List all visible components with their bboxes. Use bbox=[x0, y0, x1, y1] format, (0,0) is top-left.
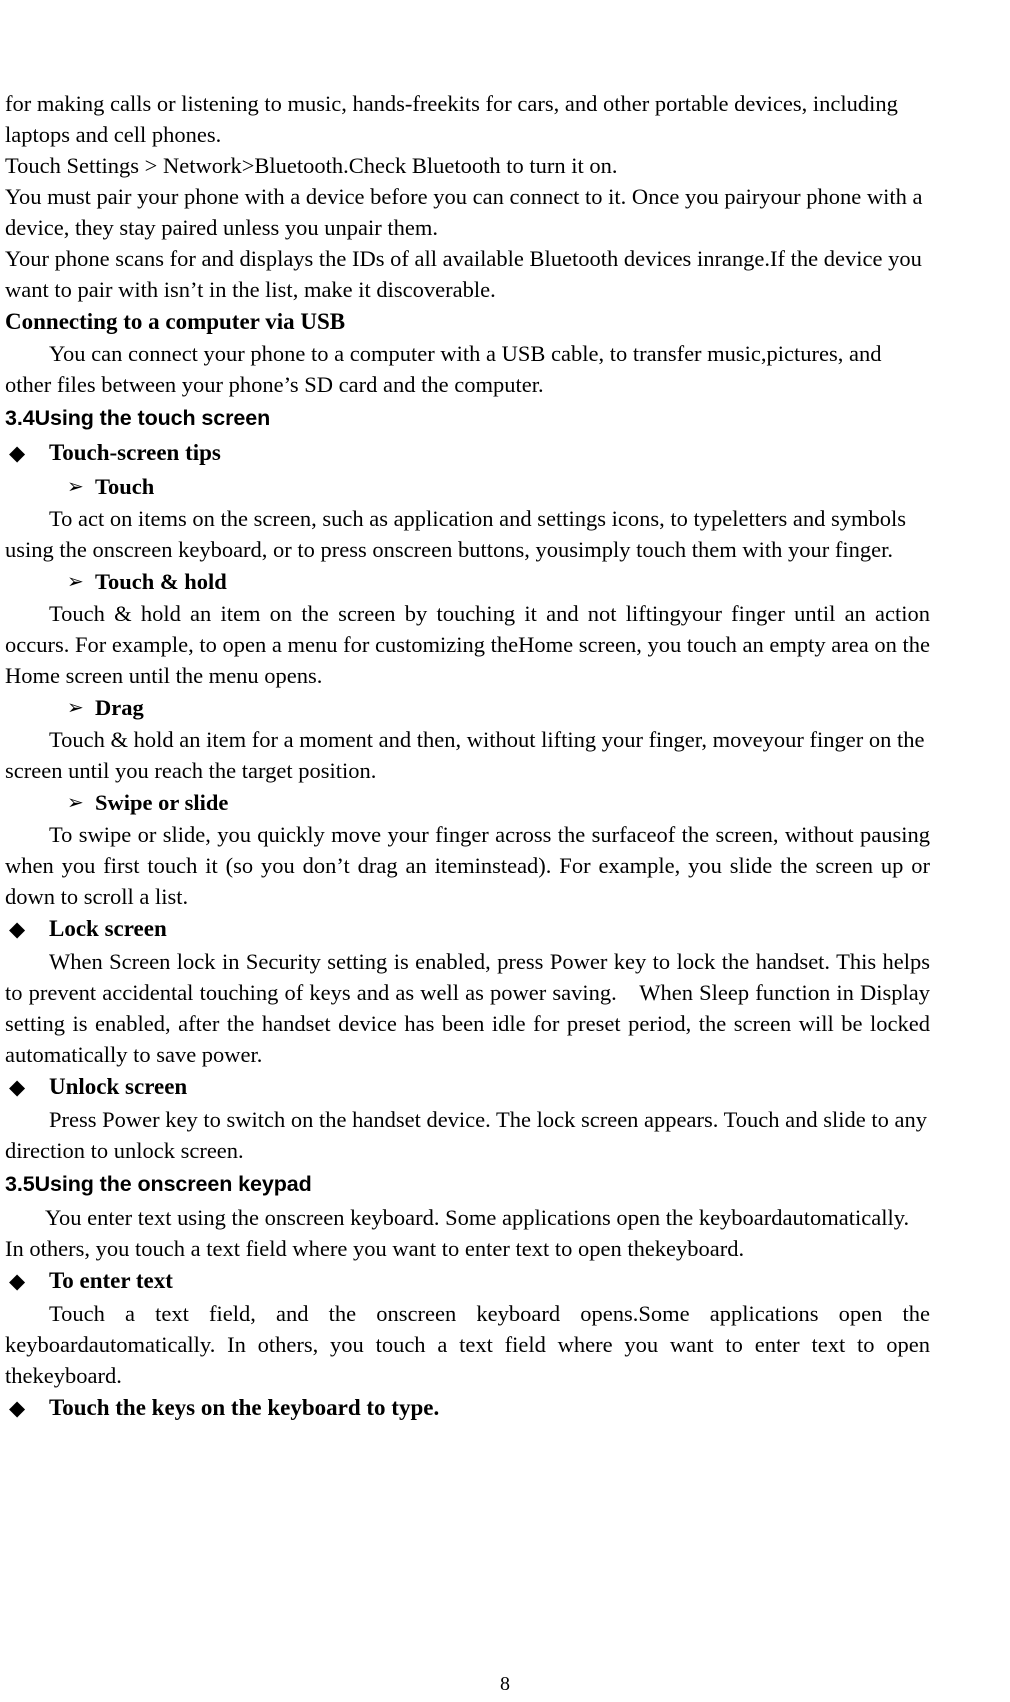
arrow-bullet-icon: ➢ bbox=[67, 474, 84, 498]
sub-bullet-label: Swipe or slide bbox=[95, 790, 229, 815]
diamond-bullet-icon: ◆ bbox=[9, 1269, 26, 1293]
arrow-bullet-icon: ➢ bbox=[67, 790, 84, 814]
document-page: for making calls or listening to music, … bbox=[0, 0, 1010, 1702]
bullet-lock-screen: ◆ Lock screen bbox=[5, 912, 930, 946]
page-content: for making calls or listening to music, … bbox=[5, 88, 930, 1425]
paragraph-bluetooth-intro: for making calls or listening to music, … bbox=[5, 91, 898, 147]
paragraph-unlock-screen-description: Press Power key to switch on the handset… bbox=[5, 1107, 927, 1163]
sub-bullet-label: Drag bbox=[95, 695, 144, 720]
paragraph-touch-description: To act on items on the screen, such as a… bbox=[5, 506, 906, 562]
page-footer: 8 bbox=[0, 1672, 1010, 1696]
paragraph-bluetooth-pairing: You must pair your phone with a device b… bbox=[5, 184, 923, 240]
bullet-label: Lock screen bbox=[49, 916, 167, 941]
bullet-label: Touch the keys on the keyboard to type. bbox=[49, 1395, 440, 1420]
bullet-touch-screen-tips: ◆ Touch-screen tips bbox=[5, 436, 930, 470]
paragraph-onscreen-keypad-intro: You enter text using the onscreen keyboa… bbox=[5, 1205, 910, 1261]
diamond-bullet-icon: ◆ bbox=[9, 1075, 26, 1099]
paragraph-bluetooth-scanning: Your phone scans for and displays the ID… bbox=[5, 246, 922, 302]
heading-connecting-usb: Connecting to a computer via USB bbox=[5, 309, 346, 334]
bullet-label: Touch-screen tips bbox=[49, 440, 221, 465]
paragraph-bluetooth-settings-path: Touch Settings > Network>Bluetooth.Check… bbox=[5, 153, 618, 178]
paragraph-usb-transfer: You can connect your phone to a computer… bbox=[5, 341, 882, 397]
bullet-label: To enter text bbox=[49, 1268, 173, 1293]
bullet-label: Unlock screen bbox=[49, 1074, 188, 1099]
bullet-to-enter-text: ◆ To enter text bbox=[5, 1264, 930, 1298]
arrow-bullet-icon: ➢ bbox=[67, 569, 84, 593]
paragraph-drag-description: Touch & hold an item for a moment and th… bbox=[5, 727, 925, 783]
bullet-touch-keys-to-type: ◆ Touch the keys on the keyboard to type… bbox=[5, 1391, 930, 1425]
diamond-bullet-icon: ◆ bbox=[9, 441, 26, 465]
sub-bullet-touch-and-hold: ➢ Touch & hold bbox=[5, 565, 930, 598]
heading-section-3-4: 3.4Using the touch screen bbox=[5, 406, 271, 430]
heading-section-3-5: 3.5Using the onscreen keypad bbox=[5, 1172, 312, 1196]
paragraph-swipe-or-slide-description: To swipe or slide, you quickly move your… bbox=[5, 822, 930, 909]
paragraph-to-enter-text-description: Touch a text field, and the onscreen key… bbox=[5, 1301, 930, 1388]
diamond-bullet-icon: ◆ bbox=[9, 1396, 26, 1420]
bullet-unlock-screen: ◆ Unlock screen bbox=[5, 1070, 930, 1104]
sub-bullet-drag: ➢ Drag bbox=[5, 691, 930, 724]
diamond-bullet-icon: ◆ bbox=[9, 917, 26, 941]
arrow-bullet-icon: ➢ bbox=[67, 695, 84, 719]
sub-bullet-label: Touch bbox=[95, 474, 155, 499]
sub-bullet-label: Touch & hold bbox=[95, 569, 227, 594]
paragraph-touch-and-hold-description: Touch & hold an item on the screen by to… bbox=[5, 601, 930, 688]
sub-bullet-swipe-or-slide: ➢ Swipe or slide bbox=[5, 786, 930, 819]
paragraph-lock-screen-description: When Screen lock in Security setting is … bbox=[5, 949, 930, 1067]
page-number: 8 bbox=[500, 1673, 510, 1695]
sub-bullet-touch: ➢ Touch bbox=[5, 470, 930, 503]
